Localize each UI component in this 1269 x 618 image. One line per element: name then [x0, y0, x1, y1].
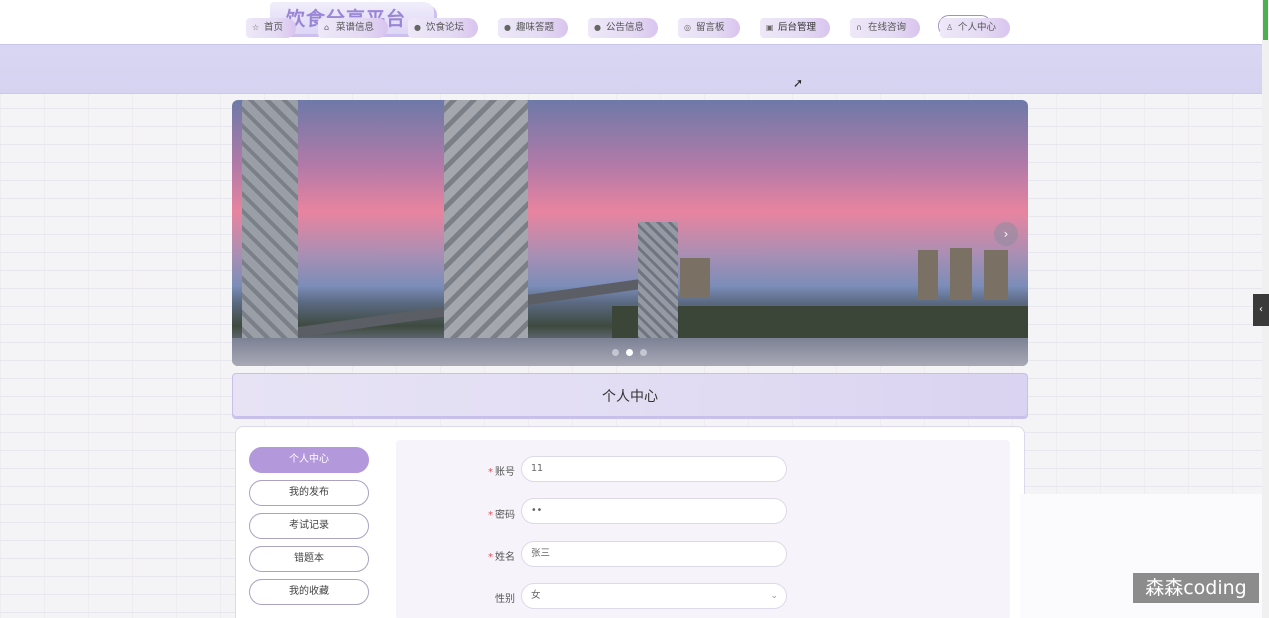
watermark: 森森coding	[1133, 573, 1259, 603]
gender-label: 性别	[495, 594, 515, 605]
briefcase-icon: ▣	[766, 23, 774, 32]
name-label: * 姓名	[488, 552, 515, 563]
section-title-bar: 个人中心	[232, 373, 1028, 417]
banner-tower	[638, 222, 678, 340]
carousel-banner[interactable]	[232, 100, 1028, 366]
nav-item-admin[interactable]: ▣ 后台管理	[760, 10, 834, 40]
collapse-side-panel-button[interactable]: ‹	[1253, 294, 1269, 326]
banner-tower	[242, 100, 298, 366]
user-icon: ♙	[946, 23, 954, 32]
question-icon: ●	[504, 23, 511, 32]
banner-building	[950, 248, 972, 300]
star-icon: ☆	[252, 23, 260, 32]
nav-item-consult[interactable]: ∩ 在线咨询	[850, 10, 924, 40]
gender-select-value: 女	[531, 590, 541, 601]
sidebar-item-personal-center[interactable]: 个人中心	[249, 447, 369, 473]
account-label: * 账号	[488, 467, 515, 478]
carousel-dot[interactable]	[640, 349, 647, 356]
banner-building	[918, 250, 938, 300]
banner-building	[984, 250, 1008, 300]
carousel-next-button[interactable]: ›	[994, 222, 1018, 246]
scrollbar-thumb[interactable]	[1263, 0, 1268, 40]
nav-item-forum[interactable]: ● 饮食论坛	[408, 10, 482, 40]
banner-tower	[444, 100, 528, 366]
info-icon: ●	[414, 23, 421, 32]
nav-item-message-board[interactable]: ◎ 留言板	[678, 10, 744, 40]
section-title: 个人中心	[602, 389, 658, 405]
sidebar-item-wrong-questions[interactable]: 错题本	[249, 546, 369, 572]
nav-item-home[interactable]: ☆ 首页	[246, 10, 300, 40]
name-input[interactable]: 张三	[521, 541, 787, 567]
chevron-left-icon: ‹	[1259, 304, 1263, 315]
mouse-cursor-icon: ➚	[793, 76, 804, 90]
carousel-dot[interactable]	[612, 349, 619, 356]
gender-select[interactable]: 女 ⌄	[521, 583, 787, 609]
password-input[interactable]: ••	[521, 498, 787, 524]
headset-icon: ∩	[856, 23, 862, 32]
sidebar-item-favorites[interactable]: 我的收藏	[249, 579, 369, 605]
account-input[interactable]: 11	[521, 456, 787, 482]
chat-icon: ◎	[684, 23, 691, 32]
nav-item-personal-center[interactable]: ♙ 个人中心	[940, 10, 1014, 40]
info-icon: ●	[594, 23, 601, 32]
nav-item-recipes[interactable]: ⌂ 菜谱信息	[318, 10, 392, 40]
sidebar-item-exam-records[interactable]: 考试记录	[249, 513, 369, 539]
chevron-down-icon: ⌄	[770, 591, 778, 601]
nav-item-notice[interactable]: ● 公告信息	[588, 10, 662, 40]
home-icon: ⌂	[324, 23, 330, 32]
nav-band	[0, 44, 1262, 94]
password-label: * 密码	[488, 510, 515, 521]
sidebar-item-my-posts[interactable]: 我的发布	[249, 480, 369, 506]
carousel-dot-active[interactable]	[626, 349, 633, 356]
nav-item-quiz[interactable]: ● 趣味答题	[498, 10, 572, 40]
banner-building	[680, 258, 710, 298]
